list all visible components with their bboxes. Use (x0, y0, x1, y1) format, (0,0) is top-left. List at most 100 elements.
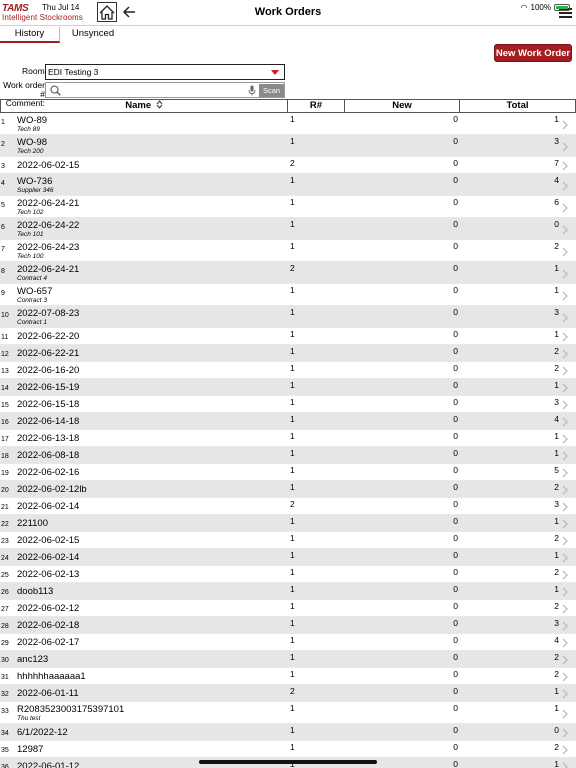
table-row[interactable]: 35 12987 1 0 2 (0, 741, 576, 758)
r-count: 1 (290, 219, 295, 229)
row-index: 4 (1, 180, 5, 187)
microphone-icon[interactable] (248, 85, 256, 96)
chevron-right-icon (562, 553, 568, 563)
row-index: 8 (1, 268, 5, 275)
table-row[interactable]: 9 WO-657 Contract 3 1 0 1 (0, 284, 576, 306)
row-index: 33 (1, 708, 9, 715)
table-row[interactable]: 23 2022-06-02-15 1 0 2 (0, 532, 576, 549)
total-count: 4 (554, 175, 559, 185)
table-row[interactable]: 4 WO-736 Supplier 346 1 0 4 (0, 174, 576, 196)
r-count: 1 (290, 380, 295, 390)
total-count: 1 (554, 114, 559, 124)
search-input[interactable] (64, 84, 244, 96)
table-row[interactable]: 3 2022-06-02-15 2 0 7 (0, 157, 576, 174)
total-count: 1 (554, 380, 559, 390)
r-count: 1 (290, 618, 295, 628)
table-row[interactable]: 34 6/1/2022-12 1 0 0 (0, 724, 576, 741)
table-row[interactable]: 15 2022-06-15-18 1 0 3 (0, 396, 576, 413)
table-row[interactable]: 33 R2083523003175397101 Thu test 1 0 1 (0, 702, 576, 724)
table-row[interactable]: 20 2022-06-02-12lb 1 0 2 (0, 481, 576, 498)
work-order-name: WO-89 (17, 115, 48, 126)
scan-button[interactable]: Scan (259, 84, 284, 97)
table-row[interactable]: 26 doob113 1 0 1 (0, 583, 576, 600)
work-order-name: 12987 (17, 744, 44, 755)
table-row[interactable]: 6 2022-06-24-22 Tech 101 1 0 0 (0, 218, 576, 240)
chevron-right-icon (562, 485, 568, 495)
table-row[interactable]: 8 2022-06-24-21 Contract 4 2 0 1 (0, 262, 576, 284)
table-row[interactable]: 13 2022-06-16-20 1 0 2 (0, 362, 576, 379)
new-count: 0 (453, 516, 458, 526)
new-work-order-button[interactable]: New Work Order (494, 44, 572, 62)
work-order-name: WO-657 (17, 286, 53, 297)
room-select[interactable]: EDI Testing 3 (45, 64, 285, 80)
table-row[interactable]: 25 2022-06-02-13 1 0 2 (0, 566, 576, 583)
home-indicator[interactable] (199, 760, 377, 764)
table-row[interactable]: 24 2022-06-02-14 1 0 1 (0, 549, 576, 566)
chevron-right-icon (562, 225, 568, 235)
total-count: 5 (554, 465, 559, 475)
new-count: 0 (453, 136, 458, 146)
column-header-new[interactable]: New (345, 100, 460, 112)
r-count: 1 (290, 584, 295, 594)
work-order-subtitle: Tech 200 (17, 148, 44, 155)
total-count: 1 (554, 285, 559, 295)
total-count: 2 (554, 567, 559, 577)
table-row[interactable]: 30 anc123 1 0 2 (0, 651, 576, 668)
status-indicators: ◠ 100% (521, 3, 570, 12)
table-row[interactable]: 32 2022-06-01-11 2 0 1 (0, 685, 576, 702)
chevron-right-icon (562, 655, 568, 665)
table-row[interactable]: 14 2022-06-15-19 1 0 1 (0, 379, 576, 396)
column-header-r[interactable]: R# (288, 100, 345, 112)
work-order-name: 2022-06-08-18 (17, 450, 80, 461)
table-row[interactable]: 19 2022-06-02-16 1 0 5 (0, 464, 576, 481)
total-count: 1 (554, 516, 559, 526)
table-row[interactable]: 16 2022-06-14-18 1 0 4 (0, 413, 576, 430)
new-count: 0 (453, 482, 458, 492)
table-row[interactable]: 1 WO-89 Tech 89 1 0 1 (0, 113, 576, 135)
column-header-total[interactable]: Total (460, 100, 576, 112)
table-row[interactable]: 27 2022-06-02-12 1 0 2 (0, 600, 576, 617)
table-row[interactable]: 22 221100 1 0 1 (0, 515, 576, 532)
table-row[interactable]: 29 2022-06-02-17 1 0 4 (0, 634, 576, 651)
row-index: 6 (1, 224, 5, 231)
tab-unsynced[interactable]: Unsynced (60, 27, 126, 43)
work-order-name: 2022-06-02-18 (17, 620, 80, 631)
table-row[interactable]: 28 2022-06-02-18 1 0 3 (0, 617, 576, 634)
table-row[interactable]: 2 WO-98 Tech 200 1 0 3 (0, 135, 576, 157)
new-count: 0 (453, 703, 458, 713)
column-header-name[interactable]: Name (0, 100, 288, 112)
work-order-name: 2022-06-24-22 (17, 220, 80, 231)
table-row[interactable]: 5 2022-06-24-21 Tech 102 1 0 6 (0, 196, 576, 218)
r-count: 1 (290, 307, 295, 317)
row-index: 22 (1, 521, 9, 528)
chevron-right-icon (562, 313, 568, 323)
chevron-right-icon (562, 366, 568, 376)
new-count: 0 (453, 307, 458, 317)
new-count: 0 (453, 414, 458, 424)
table-row[interactable]: 31 hhhhhhaaaaaa1 1 0 2 (0, 668, 576, 685)
table-row[interactable]: 12 2022-06-22-21 1 0 2 (0, 345, 576, 362)
total-count: 6 (554, 197, 559, 207)
r-count: 2 (290, 686, 295, 696)
work-order-name: 2022-06-02-17 (17, 637, 80, 648)
row-index: 29 (1, 640, 9, 647)
new-count: 0 (453, 380, 458, 390)
total-count: 4 (554, 414, 559, 424)
total-count: 2 (554, 742, 559, 752)
r-count: 2 (290, 263, 295, 273)
sort-icon (156, 100, 163, 109)
total-count: 3 (554, 136, 559, 146)
table-row[interactable]: 18 2022-06-08-18 1 0 1 (0, 447, 576, 464)
table-row[interactable]: 17 2022-06-13-18 1 0 1 (0, 430, 576, 447)
table-row[interactable]: 10 2022-07-08-23 Contract 1103 (0, 306, 576, 328)
chevron-right-icon (562, 762, 568, 768)
work-order-name: 2022-06-02-14 (17, 501, 80, 512)
table-row[interactable]: 21 2022-06-02-14 2 0 3 (0, 498, 576, 515)
new-count: 0 (453, 759, 458, 768)
table-row[interactable]: 7 2022-06-24-23 Tech 100 1 0 2 (0, 240, 576, 262)
tab-history[interactable]: History (0, 27, 60, 43)
table-row[interactable]: 11 2022-06-22-20 1 0 1 (0, 328, 576, 345)
row-index: 21 (1, 504, 9, 511)
work-order-name: doob113 (17, 586, 54, 597)
row-index: 36 (1, 764, 9, 768)
